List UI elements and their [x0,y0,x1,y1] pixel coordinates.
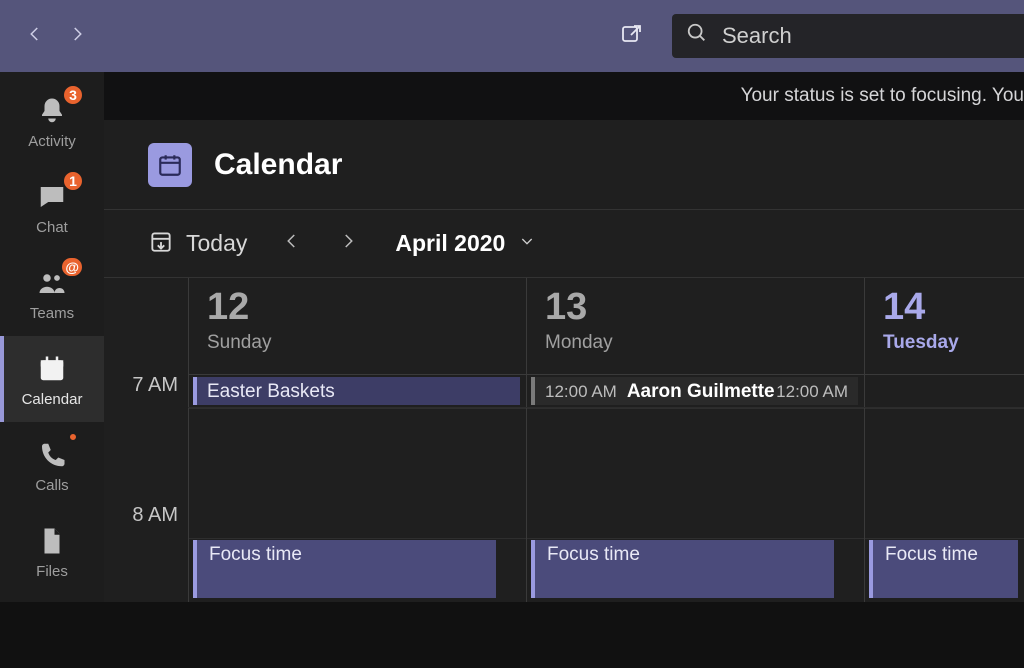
day-column[interactable]: Focus time [864,408,1024,602]
badge: 1 [62,170,84,192]
search-icon [686,22,722,50]
search-box[interactable]: Search [672,14,1024,58]
event-person[interactable]: 12:00 AM Aaron Guilmette 12:00 AM [531,377,858,405]
rail-teams[interactable]: Teams @ [0,250,104,336]
time-label: 8 AM [104,504,188,634]
event-focus-time[interactable]: Focus time [531,540,834,598]
today-label[interactable]: Today [186,230,247,257]
app-rail: Activity 3 Chat 1 Teams @ Calendar Calls… [0,72,104,602]
status-banner: Your status is set to focusing. You [104,72,1024,120]
day-header[interactable]: 12 Sunday [188,278,526,374]
visible-month[interactable]: April 2020 [395,230,505,257]
history-nav [26,25,86,48]
rail-calendar[interactable]: Calendar [0,336,104,422]
go-today-button[interactable] [148,228,174,259]
calendar-grid: 7 AM 8 AM 12 Sunday 13 Monday 14 Tuesday… [104,278,1024,602]
time-label: 7 AM [104,374,188,504]
page-header: Calendar [104,120,1024,210]
chevron-down-icon[interactable] [505,233,535,254]
notification-dot [68,432,78,442]
forward-button[interactable] [68,25,86,48]
event-focus-time[interactable]: Focus time [193,540,496,598]
calendar-tile-icon [148,143,192,187]
rail-activity[interactable]: Activity 3 [0,78,104,164]
page-title: Calendar [214,148,342,182]
calendar-icon [34,351,70,387]
day-column[interactable]: Focus time [526,408,864,602]
rail-calls[interactable]: Calls [0,422,104,508]
day-header-today[interactable]: 14 Tuesday [864,278,1024,374]
compose-button[interactable] [620,22,644,51]
allday-cell[interactable] [864,375,1024,407]
badge: 3 [62,84,84,106]
day-headers: 12 Sunday 13 Monday 14 Tuesday [188,278,1024,374]
file-icon [34,523,70,559]
search-placeholder: Search [722,23,792,49]
badge: @ [60,256,84,278]
back-button[interactable] [26,25,44,48]
time-slots: Focus time Focus time Focus time [188,408,1024,602]
event-easter-baskets[interactable]: Easter Baskets [193,377,520,405]
date-navigator: Today April 2020 [104,210,1024,278]
title-bar: Search [0,0,1024,72]
allday-cell[interactable]: 12:00 AM Aaron Guilmette 12:00 AM [526,375,864,407]
status-text: Your status is set to focusing. You [741,85,1024,107]
day-column[interactable]: Focus time [188,408,526,602]
next-period-button[interactable] [339,232,357,255]
event-focus-time[interactable]: Focus time [869,540,1018,598]
day-header[interactable]: 13 Monday [526,278,864,374]
allday-cell[interactable]: Easter Baskets [188,375,526,407]
allday-row: Easter Baskets 12:00 AM Aaron Guilmette … [188,374,1024,408]
rail-chat[interactable]: Chat 1 [0,164,104,250]
rail-files[interactable]: Files [0,508,104,594]
calendar-pane: Calendar Today April 2020 7 AM 8 AM 12 S… [104,120,1024,602]
phone-icon [34,437,70,473]
time-axis: 7 AM 8 AM [104,374,188,634]
prev-period-button[interactable] [283,232,301,255]
